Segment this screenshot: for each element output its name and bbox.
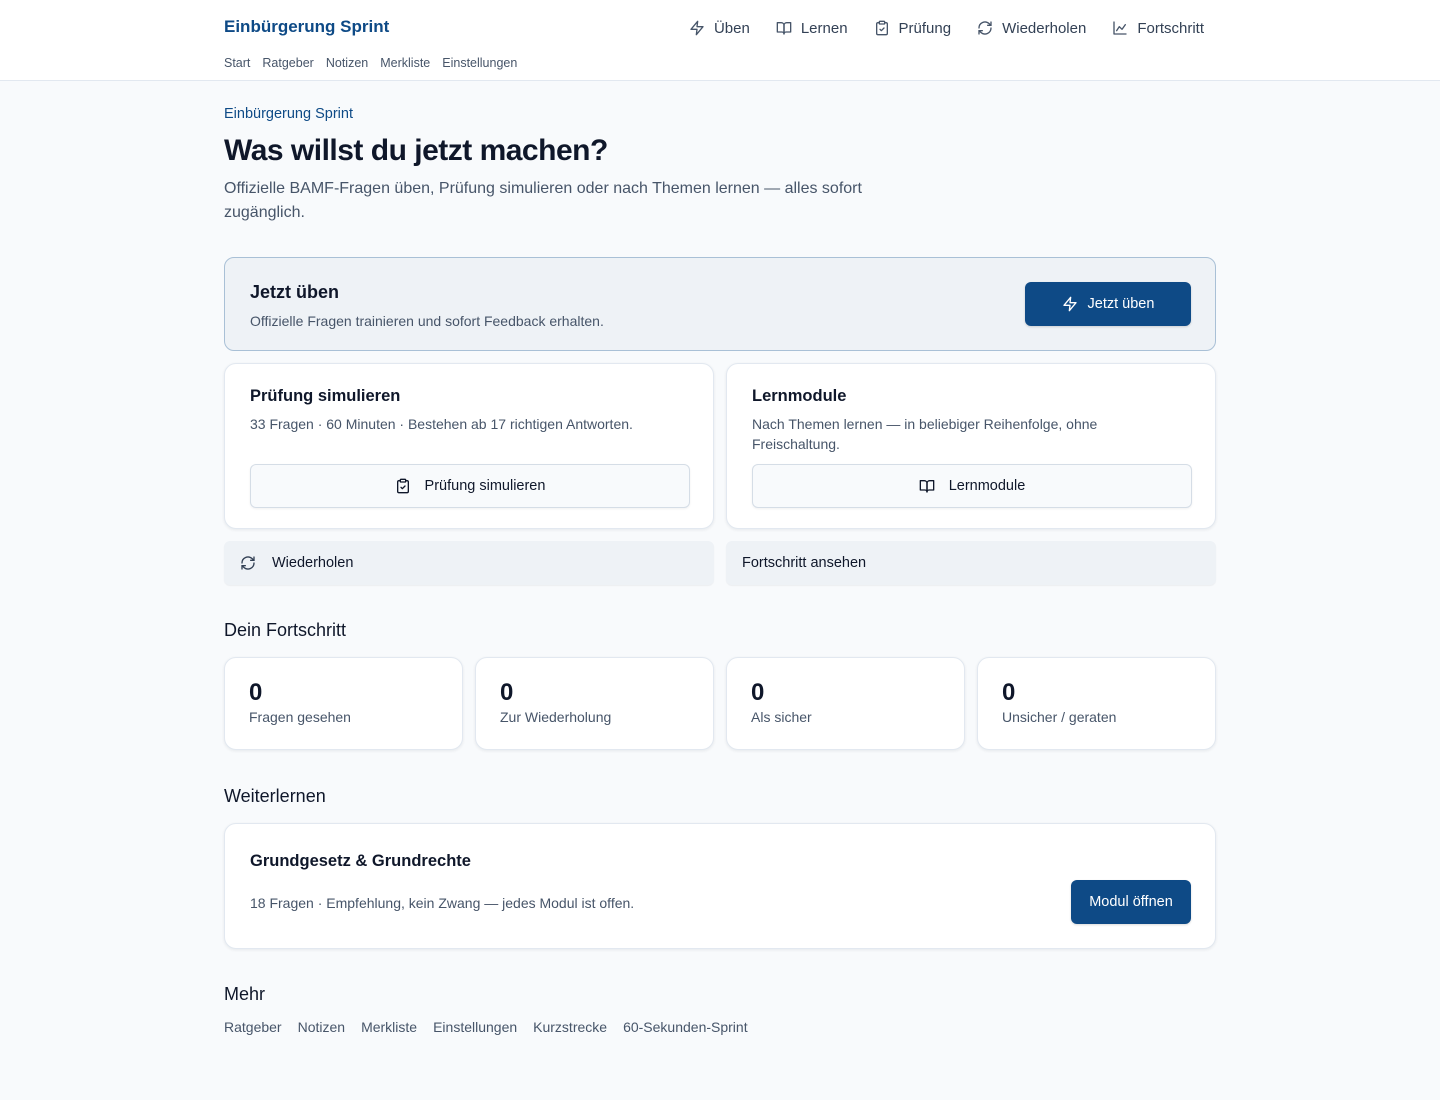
module-description: 18 Fragen · Empfehlung, kein Zwang — jed… [250, 895, 635, 911]
modules-card-description: Nach Themen lernen — in beliebiger Reihe… [752, 416, 1098, 452]
chart-line-icon [1112, 20, 1128, 36]
nav-ueben[interactable]: Üben [689, 16, 750, 40]
subnav-notizen-link[interactable]: Notizen [326, 56, 368, 70]
more-links: Ratgeber Notizen Merkliste Einstellungen… [224, 1019, 748, 1035]
stat-value: 0 [500, 679, 514, 706]
exam-simulation-card: Prüfung simulieren 33 Fragen · 60 Minute… [224, 363, 714, 529]
subnav-ratgeber-link[interactable]: Ratgeber [262, 56, 313, 70]
nav-ueben-label: Üben [713, 19, 750, 37]
modules-card-title: Lernmodule [752, 387, 847, 405]
practice-hero-card: Jetzt üben Offizielle Fragen trainieren … [224, 257, 1216, 351]
learning-modules-button[interactable]: Lernmodule [752, 464, 1192, 508]
nav-wiederholen-label: Wiederholen [1002, 19, 1087, 37]
nav-pruefung-label: Prüfung [898, 19, 952, 37]
nav-fortschritt-label: Fortschritt [1137, 19, 1204, 37]
more-link-merkliste[interactable]: Merkliste [361, 1019, 417, 1035]
stat-card-unsure: 0 Unsicher / geraten [977, 657, 1216, 750]
stat-card-repeat: 0 Zur Wiederholung [475, 657, 714, 750]
stat-label: Unsicher / geraten [1002, 709, 1117, 725]
module-title: Grundgesetz & Grundrechte [250, 852, 471, 870]
top-header: Einbürgerung Sprint Start Ratgeber Notiz… [0, 0, 1440, 81]
stat-label: Zur Wiederholung [500, 709, 612, 725]
open-module-button[interactable]: Modul öffnen [1071, 880, 1191, 924]
nav-fortschritt[interactable]: Fortschritt [1112, 16, 1204, 40]
nav-wiederholen[interactable]: Wiederholen [977, 16, 1086, 40]
stat-label: Fragen gesehen [249, 709, 351, 725]
stat-value: 0 [1002, 679, 1016, 706]
view-progress-button[interactable]: Fortschritt ansehen [726, 541, 1216, 585]
zap-icon [689, 20, 705, 36]
more-link-kurzstrecke[interactable]: Kurzstrecke [533, 1019, 607, 1035]
stat-label: Als sicher [751, 709, 812, 725]
stat-card-seen: 0 Fragen gesehen [224, 657, 463, 750]
learning-modules-card: Lernmodule Nach Themen lernen — in belie… [726, 363, 1216, 529]
practice-now-label: Jetzt üben [1087, 296, 1155, 312]
subnav-start-link[interactable]: Start [224, 56, 250, 70]
clipboard-check-icon [395, 478, 411, 494]
refresh-icon [977, 20, 993, 36]
continue-section-title: Weiterlernen [224, 786, 326, 806]
simulate-exam-button[interactable]: Prüfung simulieren [250, 464, 690, 508]
exam-card-description: 33 Fragen · 60 Minuten · Bestehen ab 17 … [250, 416, 633, 432]
continue-module-card: Grundgesetz & Grundrechte 18 Fragen · Em… [224, 823, 1216, 949]
subnav-einstellungen-link[interactable]: Einstellungen [442, 56, 517, 70]
book-open-icon [776, 20, 792, 36]
simulate-exam-label: Prüfung simulieren [424, 478, 546, 494]
secondary-nav: Start Ratgeber Notizen Merkliste Einstel… [224, 56, 517, 70]
more-link-ratgeber[interactable]: Ratgeber [224, 1019, 282, 1035]
more-link-einstellungen[interactable]: Einstellungen [433, 1019, 517, 1035]
subnav-merkliste-link[interactable]: Merkliste [380, 56, 430, 70]
stat-card-sure: 0 Als sicher [726, 657, 965, 750]
more-section-title: Mehr [224, 984, 266, 1004]
nav-pruefung[interactable]: Prüfung [874, 16, 952, 40]
more-link-notizen[interactable]: Notizen [298, 1019, 345, 1035]
learning-modules-label: Lernmodule [948, 478, 1026, 494]
page-lead: Offizielle BAMF-Fragen üben, Prüfung sim… [224, 180, 862, 221]
more-link-sprint[interactable]: 60-Sekunden-Sprint [623, 1019, 748, 1035]
nav-lernen-label: Lernen [800, 19, 848, 37]
page-title: Was willst du jetzt machen? [224, 134, 608, 167]
refresh-icon [240, 555, 256, 571]
zap-icon [1062, 296, 1078, 312]
clipboard-check-icon [874, 20, 890, 36]
stat-value: 0 [249, 679, 263, 706]
progress-section-title: Dein Fortschritt [224, 620, 347, 640]
practice-now-button[interactable]: Jetzt üben [1025, 282, 1191, 326]
exam-card-title: Prüfung simulieren [250, 387, 401, 405]
view-progress-label: Fortschritt ansehen [742, 555, 867, 571]
nav-lernen[interactable]: Lernen [776, 16, 848, 40]
book-open-icon [919, 478, 935, 494]
brand-link[interactable]: Einbürgerung Sprint [224, 17, 389, 37]
stat-value: 0 [751, 679, 765, 706]
repeat-label: Wiederholen [272, 555, 354, 571]
main-nav: Üben Lernen Prüfung Wiederholen Fortschr… [689, 16, 1204, 40]
hero-title: Jetzt üben [250, 282, 340, 302]
page-eyebrow: Einbürgerung Sprint [224, 106, 353, 122]
hero-description: Offizielle Fragen trainieren und sofort … [250, 313, 604, 329]
repeat-button[interactable]: Wiederholen [224, 541, 714, 585]
